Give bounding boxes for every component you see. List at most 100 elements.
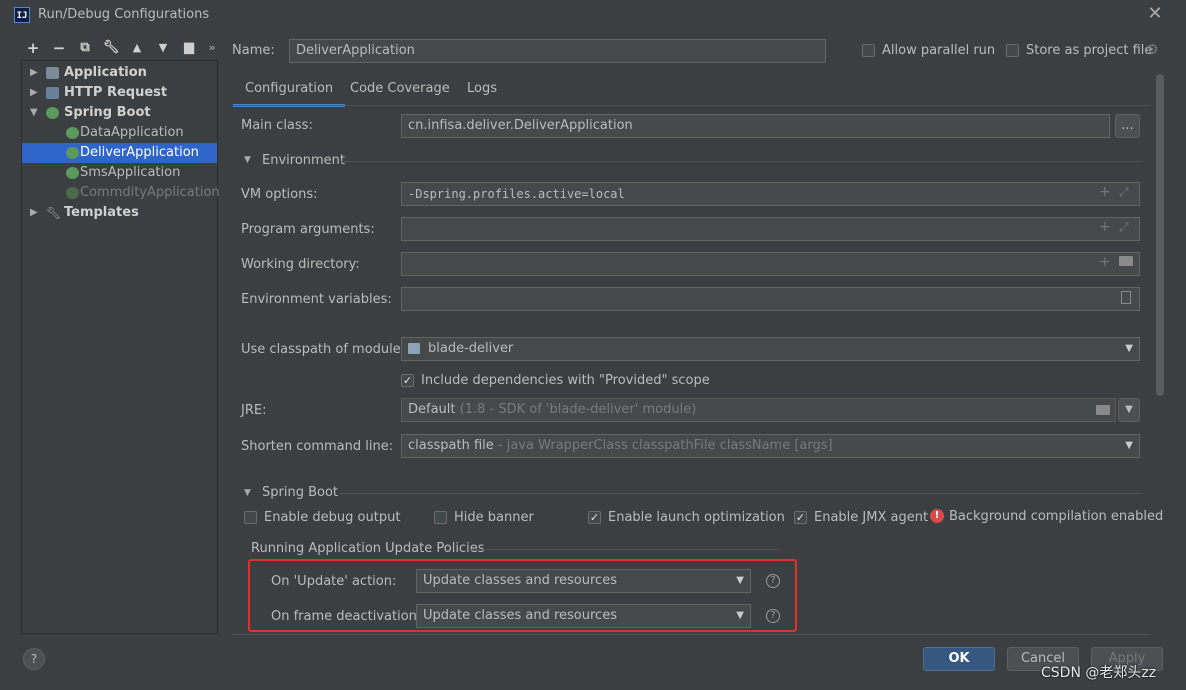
chevron-down-icon: ▼: [1125, 440, 1133, 451]
program-arguments-field[interactable]: [401, 217, 1140, 241]
working-directory-label: Working directory:: [241, 257, 360, 272]
browse-button[interactable]: ...: [1115, 114, 1140, 138]
tree-item-templates[interactable]: ▶ 🔧︎ Templates: [22, 203, 217, 223]
program-arguments-label: Program arguments:: [241, 222, 375, 237]
tree-label: Templates: [64, 205, 139, 220]
spring-boot-section-label[interactable]: Spring Boot: [262, 485, 338, 500]
gear-icon[interactable]: ⚙: [1146, 42, 1159, 58]
classpath-module-label: Use classpath of module:: [241, 342, 406, 357]
enable-debug-checkbox[interactable]: [244, 511, 257, 524]
move-down-icon[interactable]: ▼: [154, 39, 172, 57]
allow-parallel-checkbox[interactable]: [862, 44, 875, 57]
add-icon[interactable]: +: [1099, 254, 1111, 270]
highlight-annotation: [248, 559, 797, 632]
spring-boot-icon: [66, 167, 79, 179]
enable-debug-label: Enable debug output: [264, 510, 401, 525]
tab-divider: [232, 105, 1150, 106]
tree-label: Application: [64, 65, 147, 80]
chevron-down-icon: ▼: [1125, 343, 1133, 354]
vm-options-label: VM options:: [241, 187, 318, 202]
expand-icon[interactable]: ⤢: [1119, 220, 1129, 235]
copy-icon[interactable]: ⧉: [76, 39, 94, 57]
add-icon[interactable]: +: [1099, 184, 1111, 200]
jre-label: JRE:: [241, 403, 267, 418]
main-class-field[interactable]: cn.infisa.deliver.DeliverApplication: [401, 114, 1110, 138]
intellij-icon: IJ: [14, 7, 30, 23]
jmx-agent-label: Enable JMX agent: [814, 510, 929, 525]
jre-dropdown-button[interactable]: ▼: [1118, 398, 1140, 422]
error-icon: !: [930, 509, 944, 523]
classpath-module-dropdown[interactable]: blade-deliver ▼: [401, 337, 1140, 361]
section-divider: [340, 161, 1142, 162]
tab-code-coverage[interactable]: Code Coverage: [350, 78, 450, 104]
tree-item-sms-application[interactable]: SmsApplication: [22, 163, 217, 183]
name-field[interactable]: DeliverApplication: [289, 39, 826, 63]
folder-icon[interactable]: [1119, 256, 1133, 266]
tree-item-commdity-application[interactable]: CommdityApplication: [22, 183, 220, 203]
shorten-command-dropdown[interactable]: classpath file - java WrapperClass class…: [401, 434, 1140, 458]
section-divider: [340, 493, 1142, 494]
chevron-down-icon[interactable]: ▼: [244, 488, 251, 498]
close-icon[interactable]: ✕: [1146, 4, 1164, 24]
jre-value: Default: [408, 402, 456, 417]
tree-label: DeliverApplication: [80, 145, 199, 160]
chevron-down-icon[interactable]: ▼: [30, 103, 40, 123]
wrench-icon: 🔧︎: [46, 206, 62, 220]
application-icon: [46, 67, 59, 79]
window-title: Run/Debug Configurations: [38, 7, 210, 22]
allow-parallel-label: Allow parallel run: [882, 43, 996, 58]
ok-button[interactable]: OK: [923, 647, 995, 671]
shorten-command-value: classpath file: [408, 438, 494, 453]
add-icon[interactable]: +: [24, 39, 42, 57]
remove-icon[interactable]: −: [50, 39, 68, 57]
section-divider: [468, 549, 780, 550]
update-policies-title: Running Application Update Policies: [251, 541, 485, 556]
more-icon[interactable]: »: [203, 39, 221, 57]
spring-boot-icon: [66, 127, 79, 139]
hide-banner-checkbox[interactable]: [434, 511, 447, 524]
shorten-command-hint: - java WrapperClass classpathFile classN…: [497, 438, 833, 453]
name-label: Name:: [232, 43, 275, 58]
launch-optimization-checkbox[interactable]: ✓: [588, 511, 601, 524]
configuration-tree: ▶ Application ▶ HTTP Request ▼ Spring Bo…: [21, 60, 220, 634]
background-compilation-label: Background compilation enabled: [949, 509, 1164, 524]
wrench-icon[interactable]: 🔧︎: [102, 39, 120, 57]
tree-item-application[interactable]: ▶ Application: [22, 63, 217, 83]
expand-icon[interactable]: ⤢: [1119, 185, 1129, 200]
add-icon[interactable]: +: [1099, 219, 1111, 235]
spring-boot-icon: [46, 107, 59, 119]
tab-logs[interactable]: Logs: [467, 78, 497, 104]
tree-item-deliver-application[interactable]: DeliverApplication: [22, 143, 217, 163]
chevron-right-icon[interactable]: ▶: [30, 83, 40, 103]
working-directory-field[interactable]: [401, 252, 1140, 276]
tree-item-data-application[interactable]: DataApplication: [22, 123, 217, 143]
launch-optimization-label: Enable launch optimization: [608, 510, 785, 525]
vertical-scrollbar[interactable]: [1156, 74, 1164, 396]
watermark: CSDN @老郑头zz: [1041, 665, 1157, 681]
environment-section-label[interactable]: Environment: [262, 153, 345, 168]
spring-boot-icon: [66, 187, 79, 199]
environment-variables-field[interactable]: [401, 287, 1140, 311]
jmx-agent-checkbox[interactable]: ✓: [794, 511, 807, 524]
move-up-icon[interactable]: ▲: [128, 39, 146, 57]
tree-label: CommdityApplication: [80, 185, 220, 200]
chevron-down-icon[interactable]: ▼: [244, 155, 251, 165]
help-button[interactable]: ?: [23, 648, 45, 670]
tree-label: Spring Boot: [64, 105, 151, 120]
chevron-right-icon[interactable]: ▶: [30, 203, 40, 223]
shorten-command-label: Shorten command line:: [241, 439, 394, 454]
document-icon[interactable]: [1121, 291, 1131, 304]
chevron-right-icon[interactable]: ▶: [30, 63, 40, 83]
tree-item-spring-boot[interactable]: ▼ Spring Boot: [22, 103, 217, 123]
jre-field[interactable]: Default (1.8 - SDK of 'blade-deliver' mo…: [401, 398, 1116, 422]
spring-boot-icon: [66, 147, 79, 159]
new-folder-icon[interactable]: ▆: [180, 39, 198, 57]
tab-configuration[interactable]: Configuration: [233, 78, 346, 107]
include-deps-checkbox[interactable]: ✓: [401, 374, 414, 387]
vm-options-field[interactable]: -Dspring.profiles.active=local: [401, 182, 1140, 206]
tree-label: SmsApplication: [80, 165, 181, 180]
folder-icon[interactable]: [1096, 405, 1110, 415]
store-as-file-checkbox[interactable]: [1006, 44, 1019, 57]
include-deps-label: Include dependencies with "Provided" sco…: [421, 373, 710, 388]
tree-item-http-request[interactable]: ▶ HTTP Request: [22, 83, 217, 103]
